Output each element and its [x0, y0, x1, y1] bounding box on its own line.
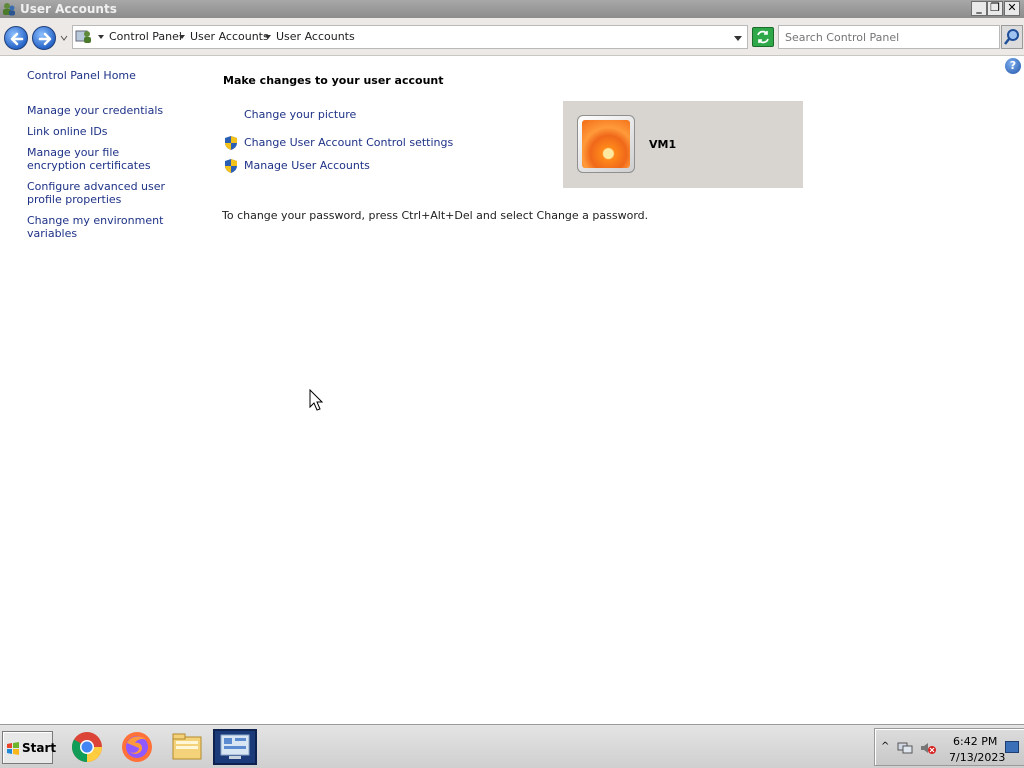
close-button[interactable]: ✕: [1004, 1, 1020, 16]
firefox-icon: [122, 732, 152, 762]
system-tray: ^ 6:42 PM 7/13/2023: [874, 728, 1024, 766]
taskbar-control-panel[interactable]: [213, 729, 257, 765]
address-dropdown-icon[interactable]: [734, 36, 742, 41]
taskbar: Start ^ 6:42 PM 7/13/2023: [0, 724, 1024, 768]
show-hidden-icons-button[interactable]: ^: [881, 741, 889, 752]
clock-time[interactable]: 6:42 PM: [953, 735, 997, 748]
title-bar: User Accounts _ ❐ ✕: [0, 0, 1024, 18]
clock-date[interactable]: 7/13/2023: [949, 751, 1005, 764]
taskbar-chrome[interactable]: [65, 729, 109, 765]
sidebar-item-control-panel-home[interactable]: Control Panel Home: [27, 69, 202, 82]
mouse-cursor-icon: [309, 389, 323, 411]
search-input[interactable]: [785, 27, 995, 47]
breadcrumb-separator-icon[interactable]: [179, 35, 185, 39]
sidebar-item-advanced-profile[interactable]: Configure advanced user profile properti…: [27, 180, 187, 206]
change-picture-link[interactable]: Change your picture: [244, 108, 356, 121]
account-name: VM1: [649, 138, 677, 151]
refresh-icon: [757, 30, 769, 44]
network-icon[interactable]: [897, 741, 913, 755]
file-explorer-icon: [172, 733, 202, 760]
show-desktop-button[interactable]: [1005, 741, 1019, 753]
breadcrumb-separator-icon[interactable]: [98, 35, 104, 39]
minimize-button[interactable]: _: [971, 1, 987, 16]
sidebar-item-manage-credentials[interactable]: Manage your credentials: [27, 104, 202, 117]
control-panel-icon: [220, 734, 250, 759]
refresh-button[interactable]: [752, 27, 774, 47]
maximize-button[interactable]: ❐: [987, 1, 1003, 16]
search-icon: [1004, 29, 1019, 45]
uac-shield-icon: [225, 159, 237, 173]
start-label: Start: [22, 741, 57, 755]
breadcrumb-separator-icon[interactable]: [265, 35, 271, 39]
account-picture[interactable]: [577, 115, 635, 173]
sidebar-item-environment-variables[interactable]: Change my environment variables: [27, 214, 202, 240]
taskbar-firefox[interactable]: [115, 729, 159, 765]
windows-flag-icon: [7, 742, 19, 755]
password-note: To change your password, press Ctrl+Alt+…: [222, 209, 649, 222]
manage-user-accounts-link[interactable]: Manage User Accounts: [244, 159, 370, 172]
breadcrumb[interactable]: Control Panel User Accounts User Account…: [72, 25, 748, 49]
flower-picture-icon: [582, 120, 630, 168]
forward-button[interactable]: [32, 26, 56, 50]
sidebar-item-file-encryption[interactable]: Manage your file encryption certificates: [27, 146, 177, 172]
search-box[interactable]: [778, 25, 1000, 49]
user-accounts-icon: [3, 3, 15, 16]
recent-pages-dropdown-icon[interactable]: [60, 34, 68, 42]
back-button[interactable]: [4, 26, 28, 50]
uac-shield-icon: [225, 136, 237, 150]
search-button[interactable]: [1001, 25, 1023, 49]
breadcrumb-user-accounts-current[interactable]: User Accounts: [276, 30, 355, 43]
control-panel-icon: [75, 30, 91, 43]
taskbar-file-explorer[interactable]: [165, 729, 209, 765]
page-title: Make changes to your user account: [223, 74, 444, 87]
breadcrumb-control-panel[interactable]: Control Panel: [109, 30, 182, 43]
account-tile: VM1: [563, 101, 803, 188]
sidebar-item-link-online-ids[interactable]: Link online IDs: [27, 125, 202, 138]
breadcrumb-user-accounts[interactable]: User Accounts: [190, 30, 269, 43]
start-button[interactable]: Start: [2, 731, 57, 764]
chrome-icon: [71, 732, 103, 762]
back-arrow-icon: [10, 32, 24, 46]
window-title: User Accounts: [20, 2, 117, 16]
address-toolbar: Control Panel User Accounts User Account…: [0, 18, 1024, 56]
forward-arrow-icon: [38, 32, 52, 46]
volume-muted-icon[interactable]: [920, 741, 936, 755]
change-uac-settings-link[interactable]: Change User Account Control settings: [244, 136, 453, 149]
help-icon[interactable]: ?: [1005, 58, 1021, 74]
